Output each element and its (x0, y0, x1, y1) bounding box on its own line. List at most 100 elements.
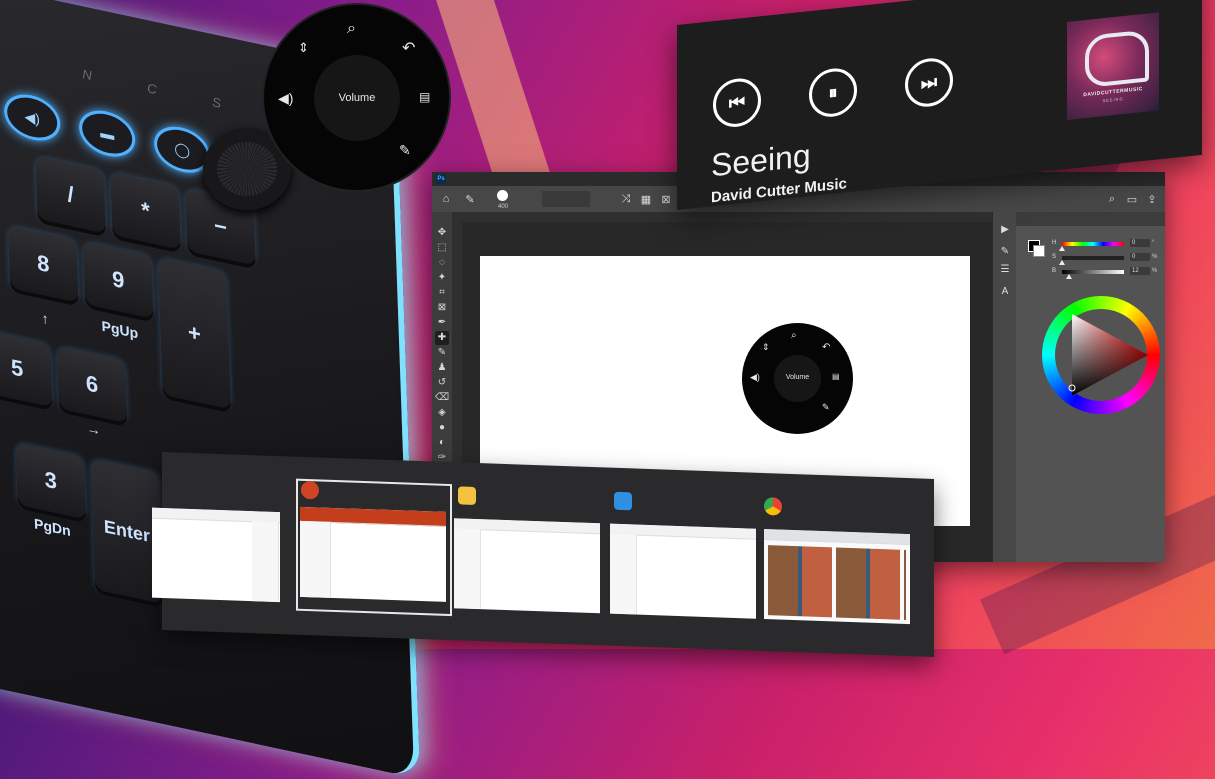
zoom-in-icon[interactable]: ⌕ (347, 21, 356, 37)
slider-thumb[interactable] (1059, 246, 1065, 251)
chrome-icon (764, 497, 782, 516)
adjustments-icon[interactable]: ☰ (999, 264, 1011, 276)
search-icon[interactable]: ⌕ (1104, 191, 1120, 207)
window-thumbnail-file-explorer[interactable] (454, 518, 600, 614)
dial-label: Volume (785, 374, 810, 381)
album-art: DAVIDCUTTERMUSIC SEEING (1067, 12, 1159, 121)
num-lock-indicator: N (82, 66, 92, 84)
scroll-icon[interactable]: ⇕ (298, 41, 309, 54)
brush-tool-icon[interactable]: ✎ (399, 143, 411, 157)
key-9[interactable]: 9 (83, 241, 154, 319)
undo-icon[interactable]: ↶ (822, 343, 830, 353)
slider-thumb[interactable] (1059, 260, 1065, 265)
crop-tool-icon[interactable]: ⌗ (435, 286, 449, 300)
panel-dock: ▶ ✎ ☰ A (992, 212, 1017, 562)
healing-brush-icon[interactable]: ✚ (435, 331, 449, 345)
magic-wand-icon[interactable]: ✦ (435, 271, 449, 285)
key-8[interactable]: 8 (8, 225, 79, 303)
slider-value[interactable]: 0 (1130, 239, 1150, 247)
layers-icon[interactable]: ▦ (638, 191, 654, 207)
pause-icon: ⏸ (828, 81, 838, 103)
workspace-icon[interactable]: ▭ (1124, 191, 1140, 207)
slider-track (1062, 242, 1124, 246)
hue-slider[interactable]: H 0 ° (1052, 239, 1158, 251)
slider-value[interactable]: 0 (1130, 253, 1150, 261)
powerpoint-icon (301, 480, 319, 500)
radial-dial-menu[interactable]: ⌕ ↶ ▤ ⇕ ◀) ✎ Volume (262, 3, 451, 192)
blur-tool-icon[interactable]: ● (435, 421, 449, 435)
slider-track (1062, 256, 1124, 260)
volume-icon[interactable]: ◀) (750, 373, 760, 382)
brush-size-icon[interactable]: ▤ (419, 91, 430, 103)
window-thumbnail-powerpoint[interactable] (300, 506, 446, 602)
scroll-icon[interactable]: ⇕ (762, 343, 770, 352)
brush-size-icon[interactable]: ▤ (832, 373, 840, 381)
brush-tool-icon[interactable]: ✎ (435, 346, 449, 360)
brush-size-value: 400 (497, 204, 508, 210)
share-icon[interactable]: ⇪ (1144, 191, 1160, 207)
history-brush-icon[interactable]: ↺ (435, 376, 449, 390)
window-toolbar (764, 529, 910, 546)
task-switcher (152, 452, 934, 657)
led-mode-key[interactable]: ▬ (78, 105, 136, 162)
key-asterisk[interactable]: * (110, 172, 181, 250)
dial-label: Volume (338, 92, 376, 104)
bucket-tool-icon[interactable]: ◈ (435, 406, 449, 420)
brush-preset-icon[interactable]: ✎ (462, 191, 478, 207)
slider-label: S (1052, 254, 1057, 260)
this-pc-icon (614, 491, 632, 511)
undo-icon[interactable]: ↶ (402, 41, 415, 57)
album-art-logo (1085, 29, 1149, 89)
track-title: Seeing (711, 136, 811, 184)
shuffle-icon[interactable]: ⤨ (618, 191, 634, 207)
brush-settings-icon[interactable]: ✎ (999, 246, 1011, 258)
pause-button[interactable]: ⏸ (809, 66, 857, 120)
window-thumbnail-chrome[interactable] (764, 529, 910, 625)
brightness-slider[interactable]: B 12 % (1052, 267, 1158, 279)
volume-icon[interactable]: ◀) (278, 91, 293, 105)
window-sidebar (252, 521, 279, 603)
window-sidebar (454, 528, 481, 610)
next-track-button[interactable]: ⏭ (905, 55, 953, 110)
window-thumbnail-this-pc[interactable] (610, 523, 756, 619)
frame-tool-icon[interactable]: ⊠ (435, 301, 449, 315)
eyedropper-icon[interactable]: ✒ (435, 316, 449, 330)
symmetry-icon[interactable]: ⊠ (658, 191, 674, 207)
dodge-tool-icon[interactable]: ◐ (435, 436, 449, 450)
stamp-tool-icon[interactable]: ♟ (435, 361, 449, 375)
scroll-lock-indicator: S (211, 94, 222, 112)
lasso-tool-icon[interactable]: ◌ (435, 256, 449, 270)
key-plus[interactable]: + (158, 257, 231, 410)
mode-dropdown[interactable] (542, 191, 590, 207)
brush-preview[interactable] (497, 190, 508, 201)
slider-value[interactable]: 12 (1130, 267, 1150, 275)
slider-unit: % (1152, 268, 1158, 274)
radial-dial-menu-small[interactable]: ⌕ ↶ ▤ ⇕ ◀) ✎ Volume (742, 323, 853, 434)
key-5[interactable]: 5 (0, 329, 53, 408)
key-slash[interactable]: / (35, 156, 106, 234)
play-icon[interactable]: ▶ (999, 224, 1011, 236)
zoom-in-icon[interactable]: ⌕ (791, 331, 797, 341)
slider-label: H (1052, 240, 1057, 246)
slider-thumb[interactable] (1066, 274, 1072, 279)
brush-tool-icon[interactable]: ✎ (822, 403, 830, 412)
window-thumbnail-word[interactable] (152, 507, 280, 603)
home-icon[interactable]: ⌂ (438, 191, 454, 207)
previous-track-button[interactable]: ⏮ (713, 76, 761, 130)
slider-unit: % (1152, 254, 1158, 260)
saturation-slider[interactable]: S 0 % (1052, 253, 1158, 265)
background-color-swatch[interactable] (1033, 245, 1045, 257)
photoshop-logo: Ps (436, 174, 446, 184)
move-tool-icon[interactable]: ✥ (435, 226, 449, 240)
eraser-tool-icon[interactable]: ⌫ (435, 391, 449, 405)
color-triangle[interactable] (1054, 308, 1148, 402)
marquee-tool-icon[interactable]: ⬚ (435, 241, 449, 255)
slider-label: B (1052, 268, 1057, 274)
slider-unit: ° (1152, 240, 1155, 246)
color-wheel[interactable] (1042, 296, 1160, 414)
panel-tabs (1016, 212, 1165, 226)
color-panel: H 0 ° S 0 % B 12 % (1016, 212, 1165, 562)
character-icon[interactable]: A (999, 286, 1011, 298)
window-sidebar (610, 533, 637, 615)
mute-key[interactable]: ◀) (3, 89, 61, 146)
